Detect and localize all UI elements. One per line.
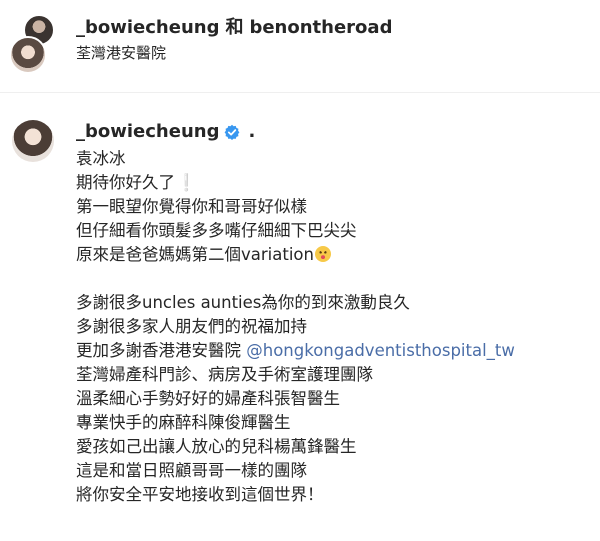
caption-line: 袁冰冰: [76, 149, 126, 168]
post-header: _bowiecheung 和 benontheroad 荃灣港安醫院: [0, 0, 600, 88]
mention-link[interactable]: @hongkongadventisthospital_tw: [246, 341, 515, 360]
caption-line: 愛孩如己出讓人放心的兒科楊萬鋒醫生: [76, 437, 357, 456]
exclamation-emoji-icon: ❕: [176, 173, 197, 192]
caption-line-text: 期待你好久了: [76, 173, 175, 192]
caption-line: 原來是爸爸媽媽第二個variation: [76, 243, 596, 267]
username-link-bowiecheung[interactable]: _bowiecheung: [76, 17, 219, 38]
caption-line-text: 更加多謝香港港安醫院: [76, 341, 247, 360]
username-link-benontheroad[interactable]: benontheroad: [249, 17, 392, 38]
caption-line: 期待你好久了❕: [76, 171, 596, 195]
caption-line: 多謝很多家人朋友們的祝福加持: [76, 317, 307, 336]
caption-line: 但仔細看你頭髮多多嘴仔細細下巴尖尖: [76, 221, 357, 240]
author-dot: .: [248, 121, 256, 142]
author-avatar[interactable]: [12, 120, 54, 162]
caption-line: 將你安全平安地接收到這個世界！: [76, 485, 324, 504]
author-username[interactable]: _bowiecheung: [76, 121, 219, 142]
caption-line: 荃灣婦產科門診、病房及手術室護理團隊: [76, 365, 373, 384]
caption-line: 第一眼望你覺得你和哥哥好似樣: [76, 197, 307, 216]
caption-line: 專業快手的麻醉科陳俊輝醫生: [76, 413, 291, 432]
caption-line-text: 原來是爸爸媽媽第二個variation: [76, 245, 314, 264]
collab-avatars[interactable]: [9, 14, 55, 74]
caption-line: 這是和當日照顧哥哥一樣的團隊: [76, 461, 307, 480]
caption-line: 多謝很多uncles aunties為你的到來激動良久: [76, 293, 410, 312]
divider: [0, 92, 600, 93]
collab-title: _bowiecheung 和 benontheroad: [76, 13, 392, 39]
author-row: _bowiecheung .: [76, 121, 255, 142]
caption-line: 溫柔細心手勢好好的婦產科張智醫生: [76, 389, 340, 408]
caption-line: 更加多謝香港港安醫院 @hongkongadventisthospital_tw: [76, 339, 596, 363]
avatar-bowiecheung[interactable]: [9, 36, 47, 74]
caption-text: 袁冰冰 期待你好久了❕ 第一眼望你覺得你和哥哥好似樣 但仔細看你頭髮多多嘴仔細細…: [76, 147, 596, 507]
location-link[interactable]: 荃灣港安醫院: [76, 42, 166, 63]
verified-badge-icon: [225, 124, 240, 140]
kissing-face-icon: [314, 246, 331, 262]
joiner-text: 和: [225, 17, 244, 38]
